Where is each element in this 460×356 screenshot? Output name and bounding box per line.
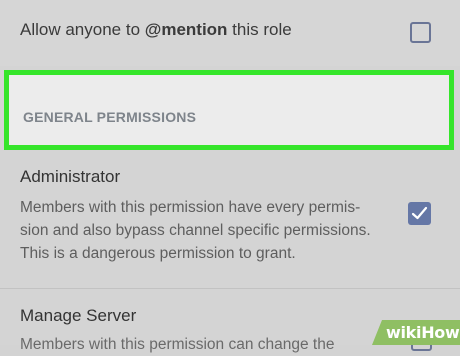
- mention-setting-row[interactable]: Allow anyone to @mention this role: [0, 0, 460, 66]
- role-permissions-screen: Allow anyone to @mention this role GENER…: [0, 0, 460, 353]
- divider: [0, 288, 460, 289]
- wikihow-watermark: wikiHow: [372, 320, 460, 345]
- administrator-checkbox[interactable]: [408, 202, 431, 225]
- manage-server-title: Manage Server: [20, 306, 137, 325]
- administrator-title: Administrator: [20, 167, 121, 186]
- general-permissions-header: GENERAL PERMISSIONS: [4, 70, 454, 150]
- administrator-description-line: Members with this permission have every …: [20, 199, 361, 216]
- administrator-description-line: This is a dangerous permission to grant.: [20, 245, 296, 262]
- mention-setting-label: Allow anyone to @mention this role: [20, 20, 292, 39]
- administrator-description: Members with this permission have every …: [20, 196, 400, 265]
- checkmark-icon: [411, 206, 428, 220]
- mention-checkbox[interactable]: [410, 22, 431, 43]
- section-title: GENERAL PERMISSIONS: [23, 109, 197, 125]
- watermark-text: wikiHow: [386, 323, 460, 342]
- administrator-description-line: sion and also bypass channel specific pe…: [20, 222, 371, 239]
